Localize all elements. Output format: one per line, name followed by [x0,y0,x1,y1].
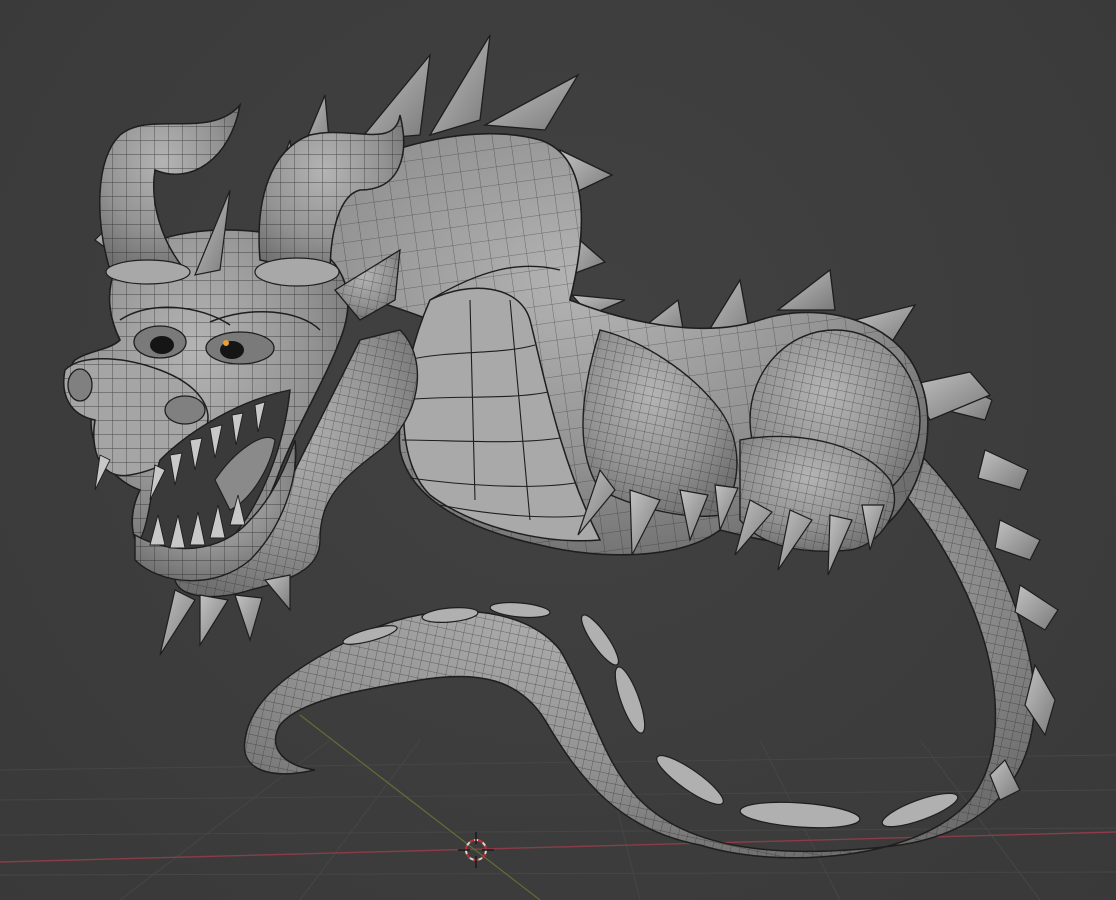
y-axis-line [299,714,541,900]
3d-viewport[interactable] [0,0,1116,900]
dragon-eye-right [205,331,275,365]
nostril-right [164,395,206,425]
nostril-left [67,368,93,402]
x-axis-line [0,831,1116,863]
viewport-canvas[interactable] [0,0,1116,900]
dragon-eye-left [133,325,187,359]
